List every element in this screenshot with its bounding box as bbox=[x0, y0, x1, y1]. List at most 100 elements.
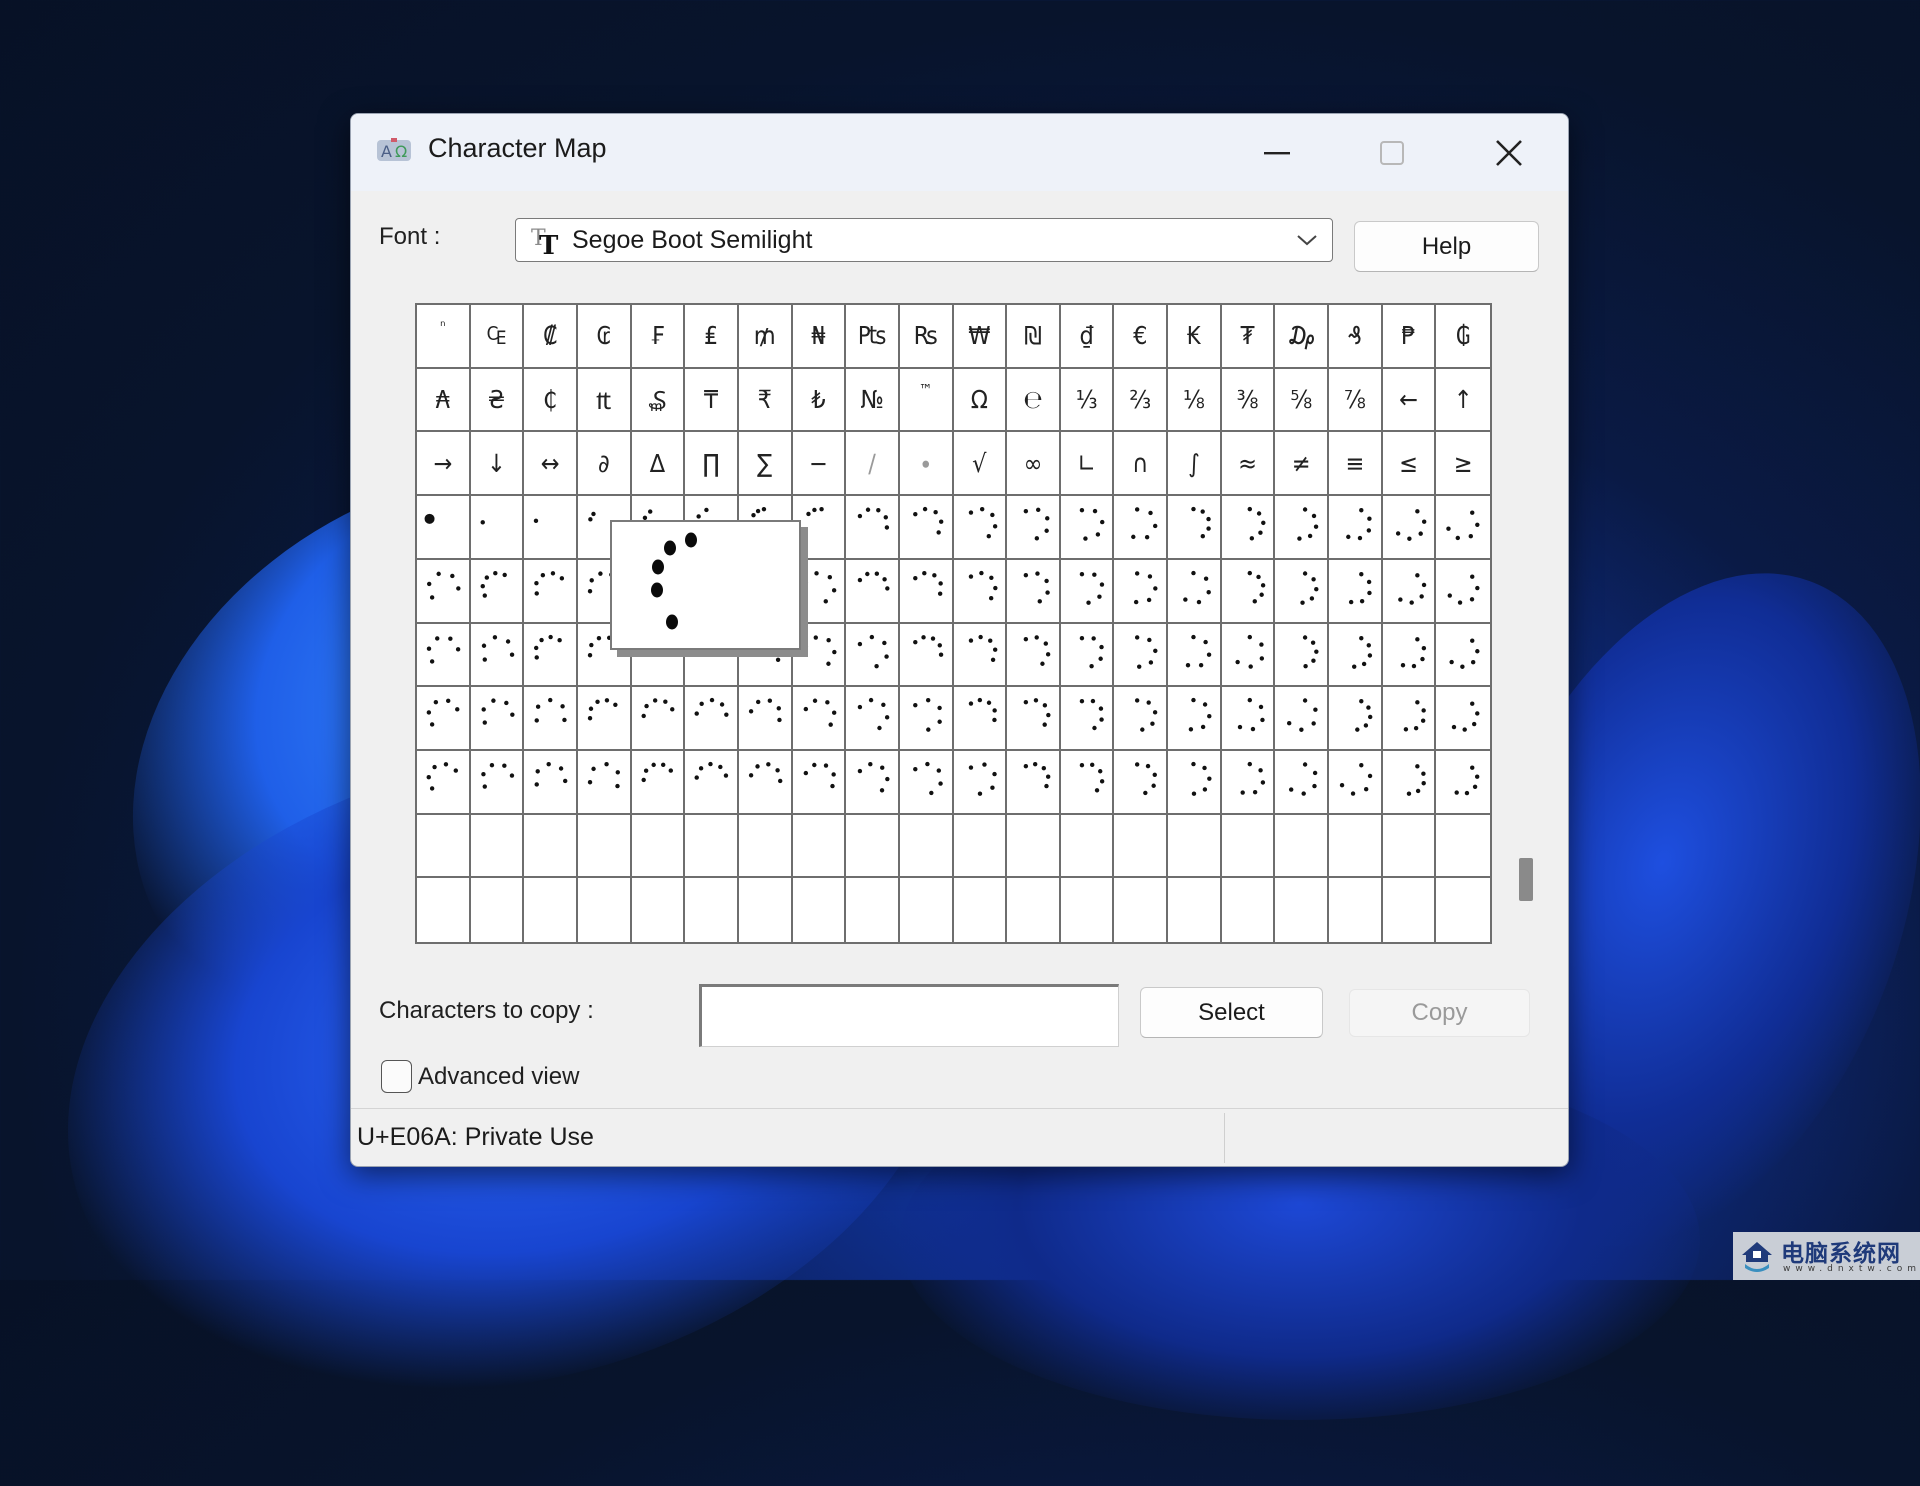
character-cell[interactable]: ₩ bbox=[953, 305, 1008, 369]
private-use-character-cell[interactable] bbox=[899, 687, 954, 751]
private-use-character-cell[interactable] bbox=[524, 496, 578, 560]
private-use-character-cell[interactable] bbox=[1221, 750, 1276, 815]
character-cell[interactable]: ₯ bbox=[1275, 305, 1330, 369]
character-cell[interactable]: √ bbox=[953, 432, 1008, 497]
character-cell[interactable]: ₳ bbox=[417, 368, 471, 433]
character-cell[interactable]: ⅞ bbox=[1329, 368, 1383, 433]
private-use-character-cell[interactable] bbox=[1382, 750, 1437, 815]
private-use-character-cell[interactable] bbox=[1436, 751, 1490, 815]
private-use-character-cell[interactable] bbox=[417, 559, 471, 624]
private-use-character-cell[interactable] bbox=[953, 496, 1008, 560]
private-use-character-cell[interactable] bbox=[470, 687, 525, 751]
character-cell[interactable]: ∫ bbox=[1168, 432, 1222, 497]
private-use-character-cell[interactable] bbox=[631, 814, 686, 879]
private-use-character-cell[interactable] bbox=[1221, 814, 1276, 879]
private-use-character-cell[interactable] bbox=[1382, 496, 1437, 560]
character-cell[interactable]: ₢ bbox=[577, 305, 632, 369]
character-cell[interactable]: ₷ bbox=[631, 368, 686, 433]
private-use-character-cell[interactable] bbox=[1275, 559, 1330, 624]
character-cell[interactable]: ≈ bbox=[1221, 432, 1276, 497]
private-use-character-cell[interactable] bbox=[417, 496, 471, 560]
private-use-character-cell[interactable] bbox=[1329, 559, 1383, 624]
character-cell[interactable]: ≠ bbox=[1275, 432, 1330, 497]
empty-character-cell[interactable] bbox=[954, 878, 1008, 942]
private-use-character-cell[interactable] bbox=[1221, 496, 1276, 560]
private-use-character-cell[interactable] bbox=[1221, 687, 1276, 751]
private-use-character-cell[interactable] bbox=[1114, 750, 1169, 815]
private-use-character-cell[interactable] bbox=[1114, 814, 1169, 879]
character-cell[interactable]: ₲ bbox=[1436, 305, 1490, 369]
character-cell[interactable]: ₤ bbox=[685, 305, 739, 369]
character-cell[interactable]: ⅝ bbox=[1275, 368, 1330, 433]
character-cell[interactable]: ⅛ bbox=[1168, 368, 1222, 433]
character-cell[interactable]: ⁿ bbox=[417, 305, 471, 369]
empty-character-cell[interactable] bbox=[1436, 815, 1490, 879]
select-button[interactable]: Select bbox=[1140, 987, 1323, 1038]
private-use-character-cell[interactable] bbox=[1275, 687, 1330, 751]
characters-to-copy-input[interactable] bbox=[699, 984, 1119, 1047]
private-use-character-cell[interactable] bbox=[1007, 814, 1061, 879]
character-cell[interactable]: ₠ bbox=[470, 305, 525, 369]
private-use-character-cell[interactable] bbox=[577, 687, 632, 751]
private-use-character-cell[interactable] bbox=[846, 814, 900, 879]
character-cell[interactable]: ≥ bbox=[1436, 432, 1490, 497]
private-use-character-cell[interactable] bbox=[846, 559, 900, 624]
character-grid[interactable]: ⁿ ₠ ₡ ₢ ₣ ₤ ₥ ₦ ₧ ₨ ₩ ₪ ₫ € ₭ ₮ ₯ ₰ ₱ ₲ ₳ ₴ ₵ ₶ ₷ ₸ ₹ ₺ № ™ Ω ℮ ⅓ ⅔ ⅛ ⅜ ⅝ ⅞ ← ↑… bbox=[415, 303, 1492, 944]
private-use-character-cell[interactable] bbox=[792, 750, 847, 815]
close-button[interactable] bbox=[1454, 114, 1564, 191]
private-use-character-cell[interactable] bbox=[1114, 559, 1169, 624]
private-use-character-cell[interactable] bbox=[846, 496, 900, 560]
private-use-character-cell[interactable] bbox=[1168, 623, 1222, 688]
private-use-character-cell[interactable] bbox=[899, 750, 954, 815]
private-use-character-cell[interactable] bbox=[470, 623, 525, 688]
character-cell[interactable]: ₹ bbox=[738, 368, 793, 433]
private-use-character-cell[interactable] bbox=[470, 814, 525, 879]
private-use-character-cell[interactable] bbox=[1060, 750, 1115, 815]
character-cell[interactable]: ₣ bbox=[631, 305, 686, 369]
private-use-character-cell[interactable] bbox=[1114, 687, 1169, 751]
empty-character-cell[interactable] bbox=[578, 878, 632, 942]
private-use-character-cell[interactable] bbox=[524, 814, 578, 879]
private-use-character-cell[interactable] bbox=[1436, 560, 1490, 624]
character-cell[interactable]: ∑ bbox=[738, 432, 793, 497]
private-use-character-cell[interactable] bbox=[1329, 814, 1383, 879]
private-use-character-cell[interactable] bbox=[524, 687, 578, 751]
private-use-character-cell[interactable] bbox=[685, 687, 739, 751]
private-use-character-cell[interactable] bbox=[792, 687, 847, 751]
private-use-character-cell[interactable] bbox=[1007, 750, 1061, 815]
private-use-character-cell[interactable] bbox=[1114, 496, 1169, 560]
private-use-character-cell[interactable] bbox=[1060, 496, 1115, 560]
private-use-character-cell[interactable] bbox=[899, 496, 954, 560]
private-use-character-cell[interactable] bbox=[1436, 687, 1490, 751]
private-use-character-cell[interactable] bbox=[1329, 496, 1383, 560]
private-use-character-cell[interactable] bbox=[1382, 559, 1437, 624]
private-use-character-cell[interactable] bbox=[577, 814, 632, 879]
character-cell[interactable]: ∏ bbox=[685, 432, 739, 497]
private-use-character-cell[interactable] bbox=[1060, 623, 1115, 688]
private-use-character-cell[interactable] bbox=[631, 687, 686, 751]
private-use-character-cell[interactable] bbox=[1275, 750, 1330, 815]
empty-character-cell[interactable] bbox=[1007, 878, 1061, 942]
grid-scrollbar-thumb[interactable] bbox=[1519, 858, 1533, 901]
private-use-character-cell[interactable] bbox=[417, 750, 471, 815]
character-cell[interactable]: ₦ bbox=[792, 305, 847, 369]
character-cell[interactable]: − bbox=[792, 432, 847, 497]
empty-character-cell[interactable] bbox=[1436, 878, 1490, 942]
private-use-character-cell[interactable] bbox=[1007, 623, 1061, 688]
empty-character-cell[interactable] bbox=[417, 878, 471, 942]
private-use-character-cell[interactable] bbox=[1275, 496, 1330, 560]
character-cell[interactable]: ∂ bbox=[577, 432, 632, 497]
private-use-character-cell[interactable] bbox=[1060, 814, 1115, 879]
character-cell[interactable]: ∩ bbox=[1114, 432, 1169, 497]
private-use-character-cell[interactable] bbox=[524, 559, 578, 624]
private-use-character-cell[interactable] bbox=[1060, 559, 1115, 624]
character-cell[interactable]: ₮ bbox=[1221, 305, 1276, 369]
empty-character-cell[interactable] bbox=[524, 878, 578, 942]
private-use-character-cell[interactable] bbox=[470, 750, 525, 815]
character-cell[interactable]: ↔ bbox=[524, 432, 578, 497]
character-cell[interactable]: ∆ bbox=[631, 432, 686, 497]
private-use-character-cell[interactable] bbox=[1168, 750, 1222, 815]
empty-character-cell[interactable] bbox=[846, 878, 900, 942]
empty-character-cell[interactable] bbox=[685, 878, 739, 942]
character-cell[interactable]: ₧ bbox=[846, 305, 900, 369]
